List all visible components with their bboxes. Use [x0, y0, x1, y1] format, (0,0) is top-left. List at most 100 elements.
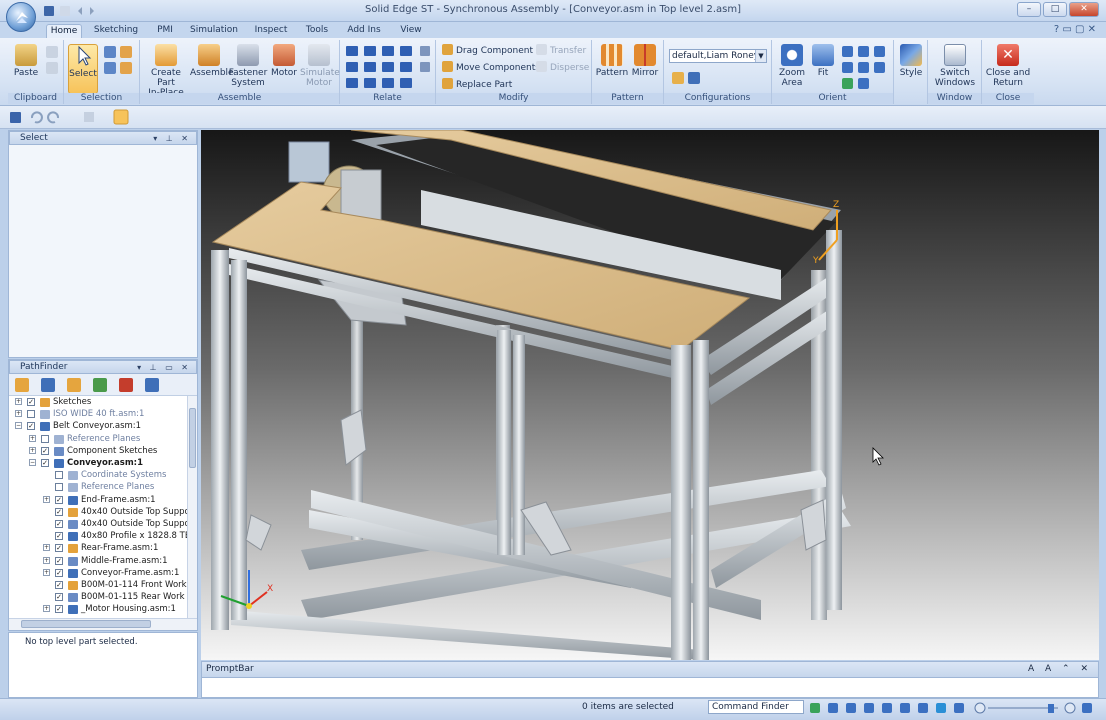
- assemble-button[interactable]: Assemble: [190, 44, 234, 78]
- drag-component-button[interactable]: Drag Component: [442, 44, 533, 58]
- create-part-in-place-button[interactable]: Create PartIn-Place: [142, 44, 190, 98]
- select-button[interactable]: Select: [68, 44, 98, 94]
- toolbar-icons[interactable]: [0, 106, 150, 128]
- view-orient-icons[interactable]: [840, 44, 892, 92]
- pathfinder-vertical-scrollbar[interactable]: [187, 396, 197, 618]
- graphics-viewport[interactable]: Z Y X: [201, 130, 1099, 660]
- move-components-button[interactable]: Move Components: [442, 61, 540, 75]
- expand-icon[interactable]: +: [43, 544, 50, 552]
- visibility-checkbox[interactable]: ✓: [55, 544, 63, 553]
- select-filter-icon[interactable]: [104, 46, 116, 58]
- visibility-checkbox[interactable]: ✓: [55, 568, 63, 577]
- tree-item[interactable]: − ✓ Belt Conveyor.asm:1: [9, 420, 187, 432]
- tree-item[interactable]: + ✓ End-Frame.asm:1: [9, 494, 187, 506]
- tab-pmi[interactable]: PMI: [152, 24, 178, 38]
- expand-icon[interactable]: +: [29, 434, 36, 442]
- relationship-icons[interactable]: [344, 44, 434, 92]
- visibility-checkbox[interactable]: ✓: [55, 507, 63, 516]
- tab-inspect[interactable]: Inspect: [252, 24, 290, 38]
- tree-item[interactable]: + ✓ Component Sketches: [9, 445, 187, 457]
- simulate-motor-button[interactable]: Simulate Motor: [300, 44, 340, 88]
- visibility-checkbox[interactable]: ✓: [55, 605, 63, 614]
- expand-icon[interactable]: +: [43, 495, 50, 503]
- tree-item[interactable]: − ✓ Conveyor.asm:1: [9, 457, 187, 469]
- tree-item[interactable]: ✓ B00M-01-114 Front Work Su: [9, 579, 187, 591]
- tree-item[interactable]: + ✓ _Motor Housing.asm:1: [9, 603, 187, 615]
- application-button[interactable]: [6, 2, 36, 32]
- switch-windows-button[interactable]: Switch Windows: [930, 44, 980, 88]
- tab-home[interactable]: Home: [46, 24, 82, 38]
- expand-icon[interactable]: +: [43, 605, 50, 613]
- collapse-icon[interactable]: −: [15, 422, 22, 430]
- tree-item[interactable]: + ✓ Rear-Frame.asm:1: [9, 542, 187, 554]
- tree-item[interactable]: + ✓ Conveyor-Frame.asm:1: [9, 567, 187, 579]
- visibility-checkbox[interactable]: ✓: [55, 495, 63, 504]
- conveyor-model[interactable]: [201, 130, 1099, 660]
- mirror-button[interactable]: Mirror: [628, 44, 662, 78]
- visibility-checkbox[interactable]: [55, 483, 63, 492]
- tab-view[interactable]: View: [396, 24, 426, 38]
- expand-icon[interactable]: +: [43, 568, 50, 576]
- visibility-checkbox[interactable]: ✓: [55, 581, 63, 589]
- visibility-checkbox[interactable]: ✓: [27, 422, 35, 431]
- pathfinder-horizontal-scrollbar[interactable]: [9, 618, 197, 630]
- minimize-button[interactable]: –: [1017, 2, 1041, 17]
- quick-access-icons[interactable]: [42, 3, 192, 19]
- visibility-checkbox[interactable]: ✓: [41, 459, 49, 467]
- tree-item[interactable]: + ✓ Sketches: [9, 396, 187, 408]
- visibility-checkbox[interactable]: ✓: [55, 593, 63, 602]
- tab-add-ins[interactable]: Add Ins: [344, 24, 384, 38]
- replace-part-button[interactable]: Replace Part: [442, 78, 512, 92]
- visibility-checkbox[interactable]: ✓: [55, 556, 63, 565]
- zoom-area-button[interactable]: Zoom Area: [776, 44, 808, 88]
- hscroll-thumb[interactable]: [21, 620, 151, 628]
- copy-icon[interactable]: [46, 62, 58, 74]
- scroll-thumb[interactable]: [189, 408, 196, 468]
- pane-controls-icon[interactable]: ▾ ⊥ ✕: [153, 133, 191, 145]
- tree-item[interactable]: ✓ 40x40 Outside Top Support: [9, 518, 187, 530]
- expand-icon[interactable]: +: [29, 446, 36, 454]
- tab-simulation[interactable]: Simulation: [190, 24, 238, 38]
- motor-button[interactable]: Motor: [268, 44, 300, 78]
- collapse-icon[interactable]: −: [29, 459, 36, 466]
- expand-icon[interactable]: +: [43, 556, 50, 564]
- prompt-bar-controls-icon[interactable]: A A ⌃ ✕: [1028, 662, 1092, 677]
- tab-sketching[interactable]: Sketching: [92, 24, 140, 38]
- fit-button[interactable]: Fit: [810, 44, 836, 78]
- view-controls-icons[interactable]: [808, 701, 1098, 717]
- tab-tools[interactable]: Tools: [302, 24, 332, 38]
- pathfinder-tool-icons[interactable]: [9, 374, 169, 396]
- visibility-checkbox[interactable]: ✓: [27, 398, 35, 406]
- close-and-return-button[interactable]: ✕ Close and Return: [984, 44, 1032, 88]
- visibility-checkbox[interactable]: [41, 434, 49, 443]
- tree-item[interactable]: ✓ 40x80 Profile x 1828.8 TB C: [9, 530, 187, 542]
- visibility-checkbox[interactable]: ✓: [41, 446, 49, 455]
- expand-icon[interactable]: +: [15, 410, 22, 418]
- select-tools-icon[interactable]: [120, 46, 132, 58]
- transfer-button[interactable]: Transfer: [536, 44, 586, 58]
- close-window-button[interactable]: ✕: [1069, 2, 1099, 17]
- paste-button[interactable]: Paste: [12, 44, 40, 78]
- tree-item[interactable]: ✓ 40x40 Outside Top Support: [9, 506, 187, 518]
- configuration-icon[interactable]: [672, 72, 684, 84]
- maximize-button[interactable]: □: [1043, 2, 1067, 17]
- tree-item[interactable]: Reference Planes: [9, 481, 187, 493]
- visibility-checkbox[interactable]: ✓: [55, 520, 63, 528]
- style-button[interactable]: Style: [896, 44, 926, 78]
- tree-item[interactable]: + ✓ Middle-Frame.asm:1: [9, 555, 187, 567]
- cut-icon[interactable]: [46, 46, 58, 58]
- fastener-system-button[interactable]: Fastener System: [228, 44, 268, 88]
- select-by-icon[interactable]: [104, 62, 116, 74]
- command-finder-input[interactable]: Command Finder: [708, 700, 804, 714]
- expand-icon[interactable]: +: [15, 398, 22, 405]
- pathfinder-controls-icon[interactable]: ▾ ⊥ ▭ ✕: [137, 362, 191, 374]
- visibility-checkbox[interactable]: [55, 471, 63, 480]
- configuration-dropdown[interactable]: default,Liam Roney ▼: [669, 49, 767, 63]
- help-icon[interactable]: ? ▭ ▢ ✕: [1054, 24, 1096, 35]
- pattern-button[interactable]: Pattern: [594, 44, 630, 78]
- disperse-button[interactable]: Disperse: [536, 61, 589, 75]
- tree-item[interactable]: Coordinate Systems: [9, 469, 187, 481]
- configuration-save-icon[interactable]: [688, 72, 700, 84]
- visibility-checkbox[interactable]: [27, 410, 35, 419]
- visibility-checkbox[interactable]: ✓: [55, 532, 63, 541]
